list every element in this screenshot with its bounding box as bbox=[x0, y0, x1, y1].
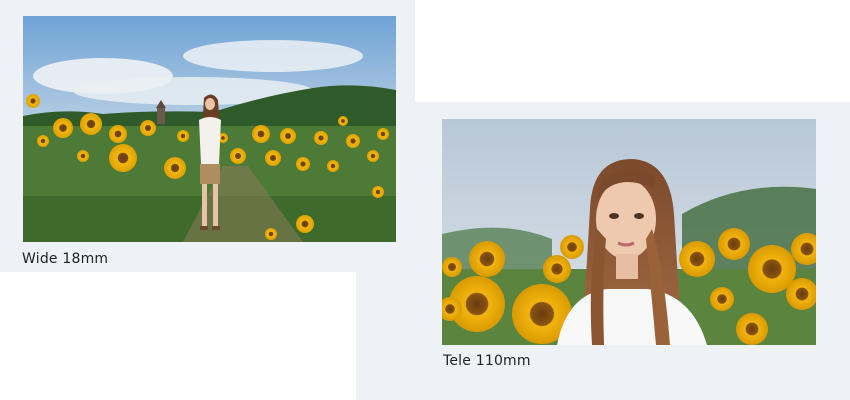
tele-photo-illustration bbox=[442, 119, 816, 345]
wide-photo-caption: Wide 18mm bbox=[22, 251, 109, 267]
telephoto-photo bbox=[442, 119, 816, 345]
wide-photo-illustration bbox=[23, 16, 396, 242]
wide-angle-photo bbox=[23, 16, 396, 242]
tele-photo-caption: Tele 110mm bbox=[443, 353, 531, 369]
